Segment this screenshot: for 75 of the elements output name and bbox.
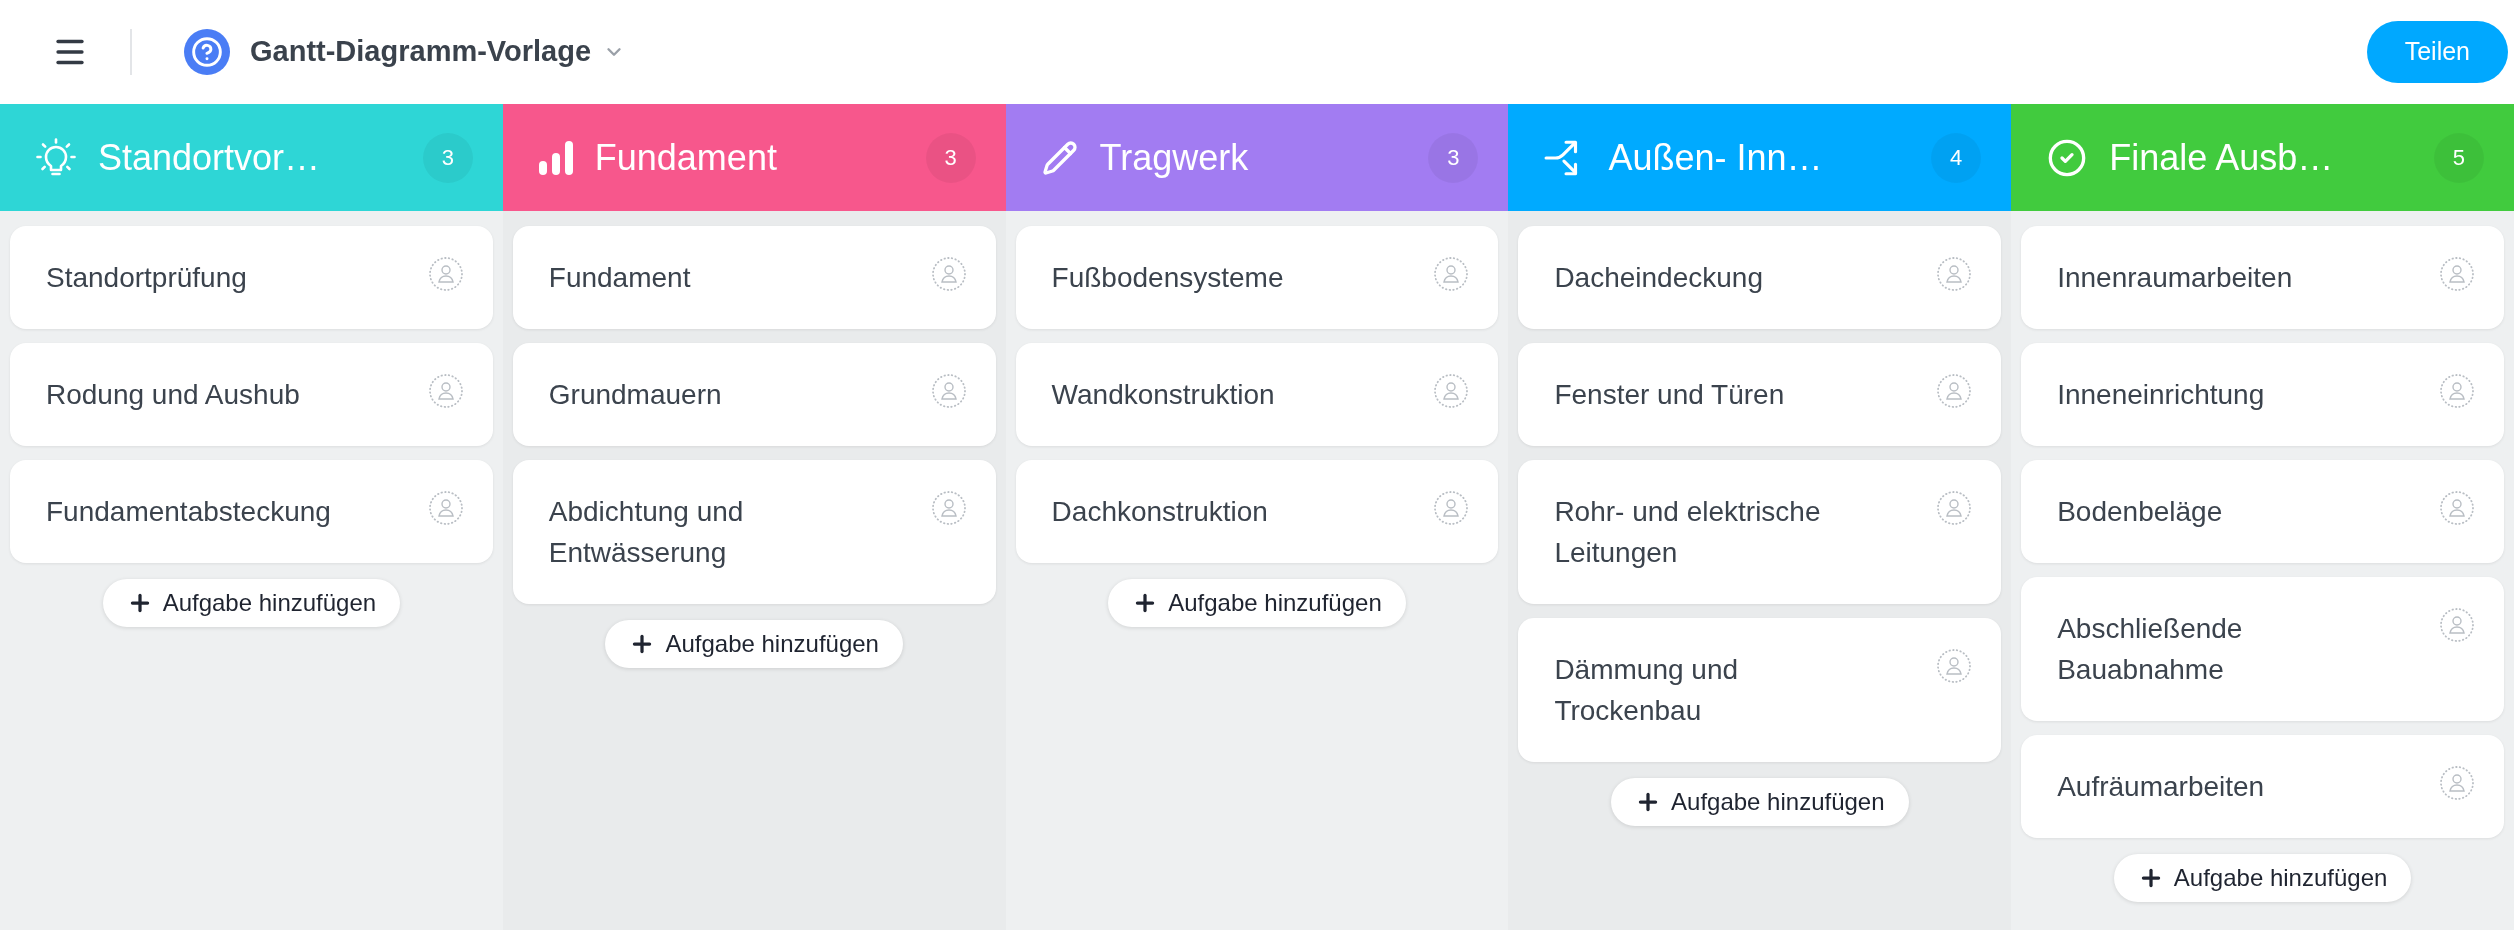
task-card[interactable]: Fenster und Türen bbox=[1518, 343, 2002, 446]
task-title: Wandkonstruktion bbox=[1051, 378, 1275, 412]
assignee-placeholder-icon[interactable] bbox=[1434, 257, 1469, 291]
assignee-placeholder-icon[interactable] bbox=[931, 257, 966, 291]
assignee-placeholder-icon[interactable] bbox=[2440, 257, 2474, 291]
add-task-button[interactable]: Aufgabe hinzufügen bbox=[605, 620, 903, 668]
assignee-placeholder-icon[interactable] bbox=[1434, 374, 1469, 408]
task-title: Fundamentabsteckung bbox=[46, 495, 331, 529]
task-card[interactable]: Dachkonstruktion bbox=[1015, 460, 1499, 563]
task-title: Fenster und Türen bbox=[1554, 378, 1785, 412]
assignee-placeholder-icon[interactable] bbox=[1937, 491, 1972, 525]
task-card[interactable]: Wandkonstruktion bbox=[1015, 343, 1499, 446]
task-title: Aufräumarbeiten bbox=[2057, 770, 2265, 804]
task-card[interactable]: Inneneinrichtung bbox=[2021, 343, 2504, 446]
task-title: Fundament bbox=[548, 261, 691, 295]
task-title: Rodung und Aushub bbox=[46, 378, 300, 412]
column-title: Standortvor… bbox=[98, 139, 322, 176]
task-card[interactable]: Rohr- und elektrische Leitungen bbox=[1518, 460, 2002, 604]
column-title: Tragwerk bbox=[1099, 139, 1250, 176]
task-title: Inneneinrichtung bbox=[2057, 378, 2265, 412]
project-title-dropdown[interactable]: Gantt-Diagramm-Vorlage bbox=[250, 30, 626, 74]
task-title: Standortprüfung bbox=[46, 261, 247, 295]
task-card[interactable]: Standortprüfung bbox=[10, 226, 493, 329]
task-count: 3 bbox=[422, 132, 473, 183]
task-title: Rohr- und elektrische Leitungen bbox=[1554, 495, 1822, 570]
assignee-placeholder-icon[interactable] bbox=[1937, 374, 1972, 408]
task-card[interactable]: Abdichtung und Entwässerung bbox=[512, 460, 996, 604]
task-card[interactable]: Fundament bbox=[512, 226, 996, 329]
assignee-placeholder-icon[interactable] bbox=[1937, 649, 1972, 683]
column-title: Außen- Inn… bbox=[1608, 139, 1824, 176]
task-card[interactable]: Fußbodensysteme bbox=[1015, 226, 1499, 329]
task-card[interactable]: Dämmung und Trockenbau bbox=[1518, 618, 2002, 762]
task-card[interactable]: Aufräumarbeiten bbox=[2021, 735, 2504, 838]
task-title: Abdichtung und Entwässerung bbox=[548, 495, 745, 570]
task-title: Innenraumarbeiten bbox=[2057, 261, 2293, 295]
task-title: Fußbodensysteme bbox=[1051, 261, 1284, 295]
task-card[interactable]: Innenraumarbeiten bbox=[2021, 226, 2504, 329]
assignee-placeholder-icon[interactable] bbox=[428, 491, 463, 525]
task-card[interactable]: Rodung und Aushub bbox=[10, 343, 493, 446]
task-card[interactable]: Fundamentabsteckung bbox=[10, 460, 493, 563]
assignee-placeholder-icon[interactable] bbox=[428, 257, 463, 291]
task-title: Dämmung und Trockenbau bbox=[1554, 653, 1740, 728]
assignee-placeholder-icon[interactable] bbox=[2440, 374, 2474, 408]
task-title: Dacheindeckung bbox=[1554, 261, 1763, 295]
assignee-placeholder-icon[interactable] bbox=[931, 374, 966, 408]
task-count: 5 bbox=[2434, 132, 2484, 183]
assignee-placeholder-icon[interactable] bbox=[428, 374, 463, 408]
column-title: Fundament bbox=[594, 139, 778, 176]
add-task-button[interactable]: Aufgabe hinzufügen bbox=[1108, 579, 1406, 627]
assignee-placeholder-icon[interactable] bbox=[1434, 491, 1469, 525]
task-card[interactable]: Bodenbeläge bbox=[2021, 460, 2504, 563]
assignee-placeholder-icon[interactable] bbox=[2440, 608, 2474, 642]
task-title: Grundmauern bbox=[548, 378, 722, 412]
assignee-placeholder-icon[interactable] bbox=[2440, 766, 2474, 800]
assignee-placeholder-icon[interactable] bbox=[2440, 491, 2474, 525]
add-task-button[interactable]: Aufgabe hinzufügen bbox=[102, 579, 401, 627]
task-title: Bodenbeläge bbox=[2057, 495, 2223, 529]
add-task-button[interactable]: Aufgabe hinzufügen bbox=[2113, 854, 2412, 902]
task-count: 4 bbox=[1931, 132, 1982, 183]
task-title: Dachkonstruktion bbox=[1051, 495, 1268, 529]
check-circle-icon bbox=[2047, 137, 2088, 178]
task-card[interactable]: Dacheindeckung bbox=[1518, 226, 2002, 329]
task-count: 3 bbox=[925, 132, 976, 183]
assignee-placeholder-icon[interactable] bbox=[1937, 257, 1972, 291]
task-card[interactable]: Grundmauern bbox=[512, 343, 996, 446]
task-card[interactable]: Abschließende Bauabnahme bbox=[2021, 577, 2504, 721]
pencil-icon bbox=[1041, 139, 1078, 176]
lightbulb-icon bbox=[36, 137, 76, 178]
bar-chart-icon bbox=[538, 140, 573, 175]
assignee-placeholder-icon[interactable] bbox=[931, 491, 966, 525]
column-title: Finale Ausb… bbox=[2109, 139, 2335, 176]
add-task-button[interactable]: Aufgabe hinzufügen bbox=[1611, 778, 1909, 826]
task-count: 3 bbox=[1428, 132, 1479, 183]
project-help-icon bbox=[184, 29, 230, 75]
task-title: Abschließende Bauabnahme bbox=[2057, 612, 2244, 687]
